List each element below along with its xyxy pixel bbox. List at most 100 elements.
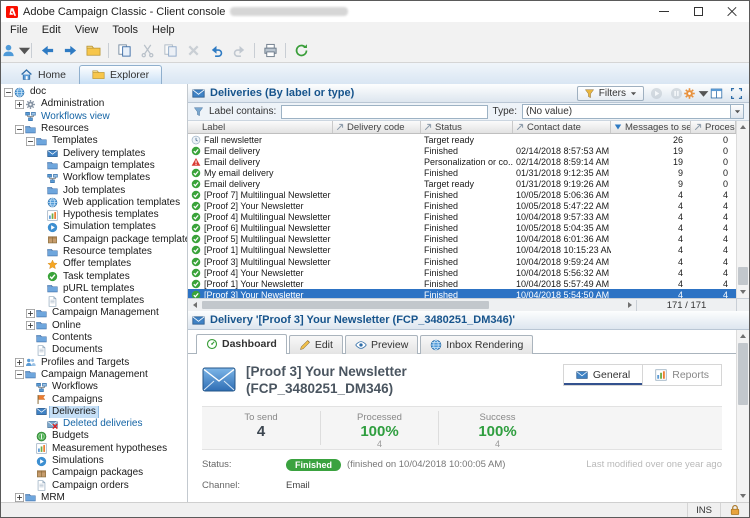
open-button[interactable]: [82, 40, 104, 61]
tree-expander[interactable]: [25, 345, 35, 355]
tree-expander[interactable]: [14, 112, 24, 122]
toolbar-separator[interactable]: [105, 40, 112, 61]
type-select[interactable]: (No value): [522, 104, 744, 119]
tree-item[interactable]: Profiles and Targets: [1, 357, 187, 369]
column-header[interactable]: Messages to send: [611, 121, 691, 133]
table-vertical-scrollbar[interactable]: [736, 121, 749, 298]
print-button[interactable]: [259, 40, 281, 61]
toolbar-separator[interactable]: [251, 40, 258, 61]
cut-button[interactable]: [136, 40, 158, 61]
tab-general[interactable]: General: [564, 365, 642, 385]
tree-expander[interactable]: [25, 382, 35, 392]
scroll-thumb[interactable]: [738, 267, 748, 285]
tree-item[interactable]: Campaign package templates: [1, 234, 187, 246]
tree-item[interactable]: Campaign Management: [1, 369, 187, 381]
tree-item[interactable]: MRM: [1, 492, 187, 502]
layout-button[interactable]: [707, 85, 725, 101]
forward-button[interactable]: [59, 40, 81, 61]
table-row[interactable]: [Proof 1] Multilingual Newsletter Finish…: [188, 245, 736, 256]
table-row[interactable]: [Proof 4] Multilingual Newsletter Finish…: [188, 212, 736, 223]
tree-expander[interactable]: [36, 173, 46, 183]
close-button[interactable]: [715, 1, 749, 22]
column-header[interactable]: Label: [188, 121, 333, 133]
tree-expander[interactable]: [36, 272, 46, 282]
tree-expander[interactable]: [25, 444, 35, 454]
filters-button[interactable]: Filters: [576, 85, 644, 101]
tab-preview[interactable]: Preview: [344, 335, 419, 354]
plus-icon[interactable]: [14, 358, 24, 368]
configure-button[interactable]: [683, 85, 708, 101]
scroll-track[interactable]: [737, 133, 749, 286]
tree-item[interactable]: Simulation templates: [1, 221, 187, 233]
tab-reports[interactable]: Reports: [642, 365, 721, 385]
tree-expander[interactable]: [36, 186, 46, 196]
plus-icon[interactable]: [25, 321, 35, 331]
tree-expander[interactable]: [36, 259, 46, 269]
tree-item[interactable]: Resource templates: [1, 246, 187, 258]
table-row[interactable]: [Proof 7] Multilingual Newsletter Finish…: [188, 189, 736, 200]
tree-item[interactable]: Web application templates: [1, 197, 187, 209]
table-row[interactable]: [Proof 2] Your Newsletter Finished 10/05…: [188, 201, 736, 212]
stop-button[interactable]: [667, 85, 685, 101]
tree-expander[interactable]: [36, 149, 46, 159]
undo-button[interactable]: [205, 40, 227, 61]
tree-expander[interactable]: [25, 395, 35, 405]
scroll-up-button[interactable]: [737, 330, 749, 342]
menu-item[interactable]: Edit: [35, 23, 68, 37]
tree-item[interactable]: Administration: [1, 98, 187, 110]
menu-item[interactable]: View: [68, 23, 106, 37]
table-row[interactable]: [Proof 3] Your Newsletter Finished 10/04…: [188, 289, 736, 298]
minus-icon[interactable]: [14, 370, 24, 380]
minimize-button[interactable]: [647, 1, 681, 22]
tree-expander[interactable]: [25, 481, 35, 491]
tree-expander[interactable]: [36, 247, 46, 257]
tree-item[interactable]: Workflows view: [1, 111, 187, 123]
duplicate-button[interactable]: [113, 40, 135, 61]
plus-icon[interactable]: [25, 308, 35, 318]
fullscreen-button[interactable]: [727, 85, 745, 101]
tree-item[interactable]: Resources: [1, 123, 187, 135]
tree-item[interactable]: Workflow templates: [1, 172, 187, 184]
scroll-track[interactable]: [737, 342, 749, 490]
tree-expander[interactable]: [36, 161, 46, 171]
tree-expander[interactable]: [25, 431, 35, 441]
table-row[interactable]: [Proof 5] Multilingual Newsletter Finish…: [188, 234, 736, 245]
tree-item[interactable]: Documents: [1, 344, 187, 356]
menu-item[interactable]: File: [3, 23, 35, 37]
horizontal-scroll-track[interactable]: [201, 299, 623, 311]
table-row[interactable]: [Proof 6] Multilingual Newsletter Finish…: [188, 223, 736, 234]
tree-item[interactable]: Campaign Management: [1, 307, 187, 319]
maximize-button[interactable]: [681, 1, 715, 22]
delete-button[interactable]: [182, 40, 204, 61]
menu-item[interactable]: Help: [145, 23, 182, 37]
select-caret-button[interactable]: [730, 105, 743, 118]
minus-icon[interactable]: [25, 136, 35, 146]
tree-expander[interactable]: [36, 198, 46, 208]
tree-item[interactable]: Budgets: [1, 430, 187, 442]
table-row[interactable]: Email delivery Target ready 01/31/2018 9…: [188, 178, 736, 189]
column-header[interactable]: Contact date: [513, 121, 611, 133]
table-row[interactable]: Email delivery Finished 02/14/2018 8:57:…: [188, 145, 736, 156]
menu-item[interactable]: Tools: [105, 23, 145, 37]
back-button[interactable]: [36, 40, 58, 61]
tab-dashboard[interactable]: Dashboard: [196, 334, 287, 354]
tree-item[interactable]: Content templates: [1, 295, 187, 307]
tree-expander[interactable]: [25, 407, 35, 417]
tree-item[interactable]: Delivery templates: [1, 147, 187, 159]
tree-expander[interactable]: [25, 468, 35, 478]
tab-explorer[interactable]: Explorer: [79, 65, 163, 84]
tree-item[interactable]: Offer templates: [1, 258, 187, 270]
tree-expander[interactable]: [36, 419, 46, 429]
table-row[interactable]: Fall newsletter Target ready 26 0: [188, 134, 736, 145]
table-row[interactable]: [Proof 3] Multilingual Newsletter Finish…: [188, 256, 736, 267]
tree-item[interactable]: pURL templates: [1, 283, 187, 295]
minus-icon[interactable]: [14, 124, 24, 134]
tree-item[interactable]: Campaigns: [1, 393, 187, 405]
tree-item[interactable]: Templates: [1, 135, 187, 147]
tree-item[interactable]: Hypothesis templates: [1, 209, 187, 221]
start-button[interactable]: [647, 85, 665, 101]
tree-item[interactable]: Deleted deliveries: [1, 418, 187, 430]
horizontal-scroll-thumb[interactable]: [202, 301, 489, 309]
table-row[interactable]: [Proof 1] Your Newsletter Finished 10/04…: [188, 278, 736, 289]
tree-expander[interactable]: [36, 284, 46, 294]
